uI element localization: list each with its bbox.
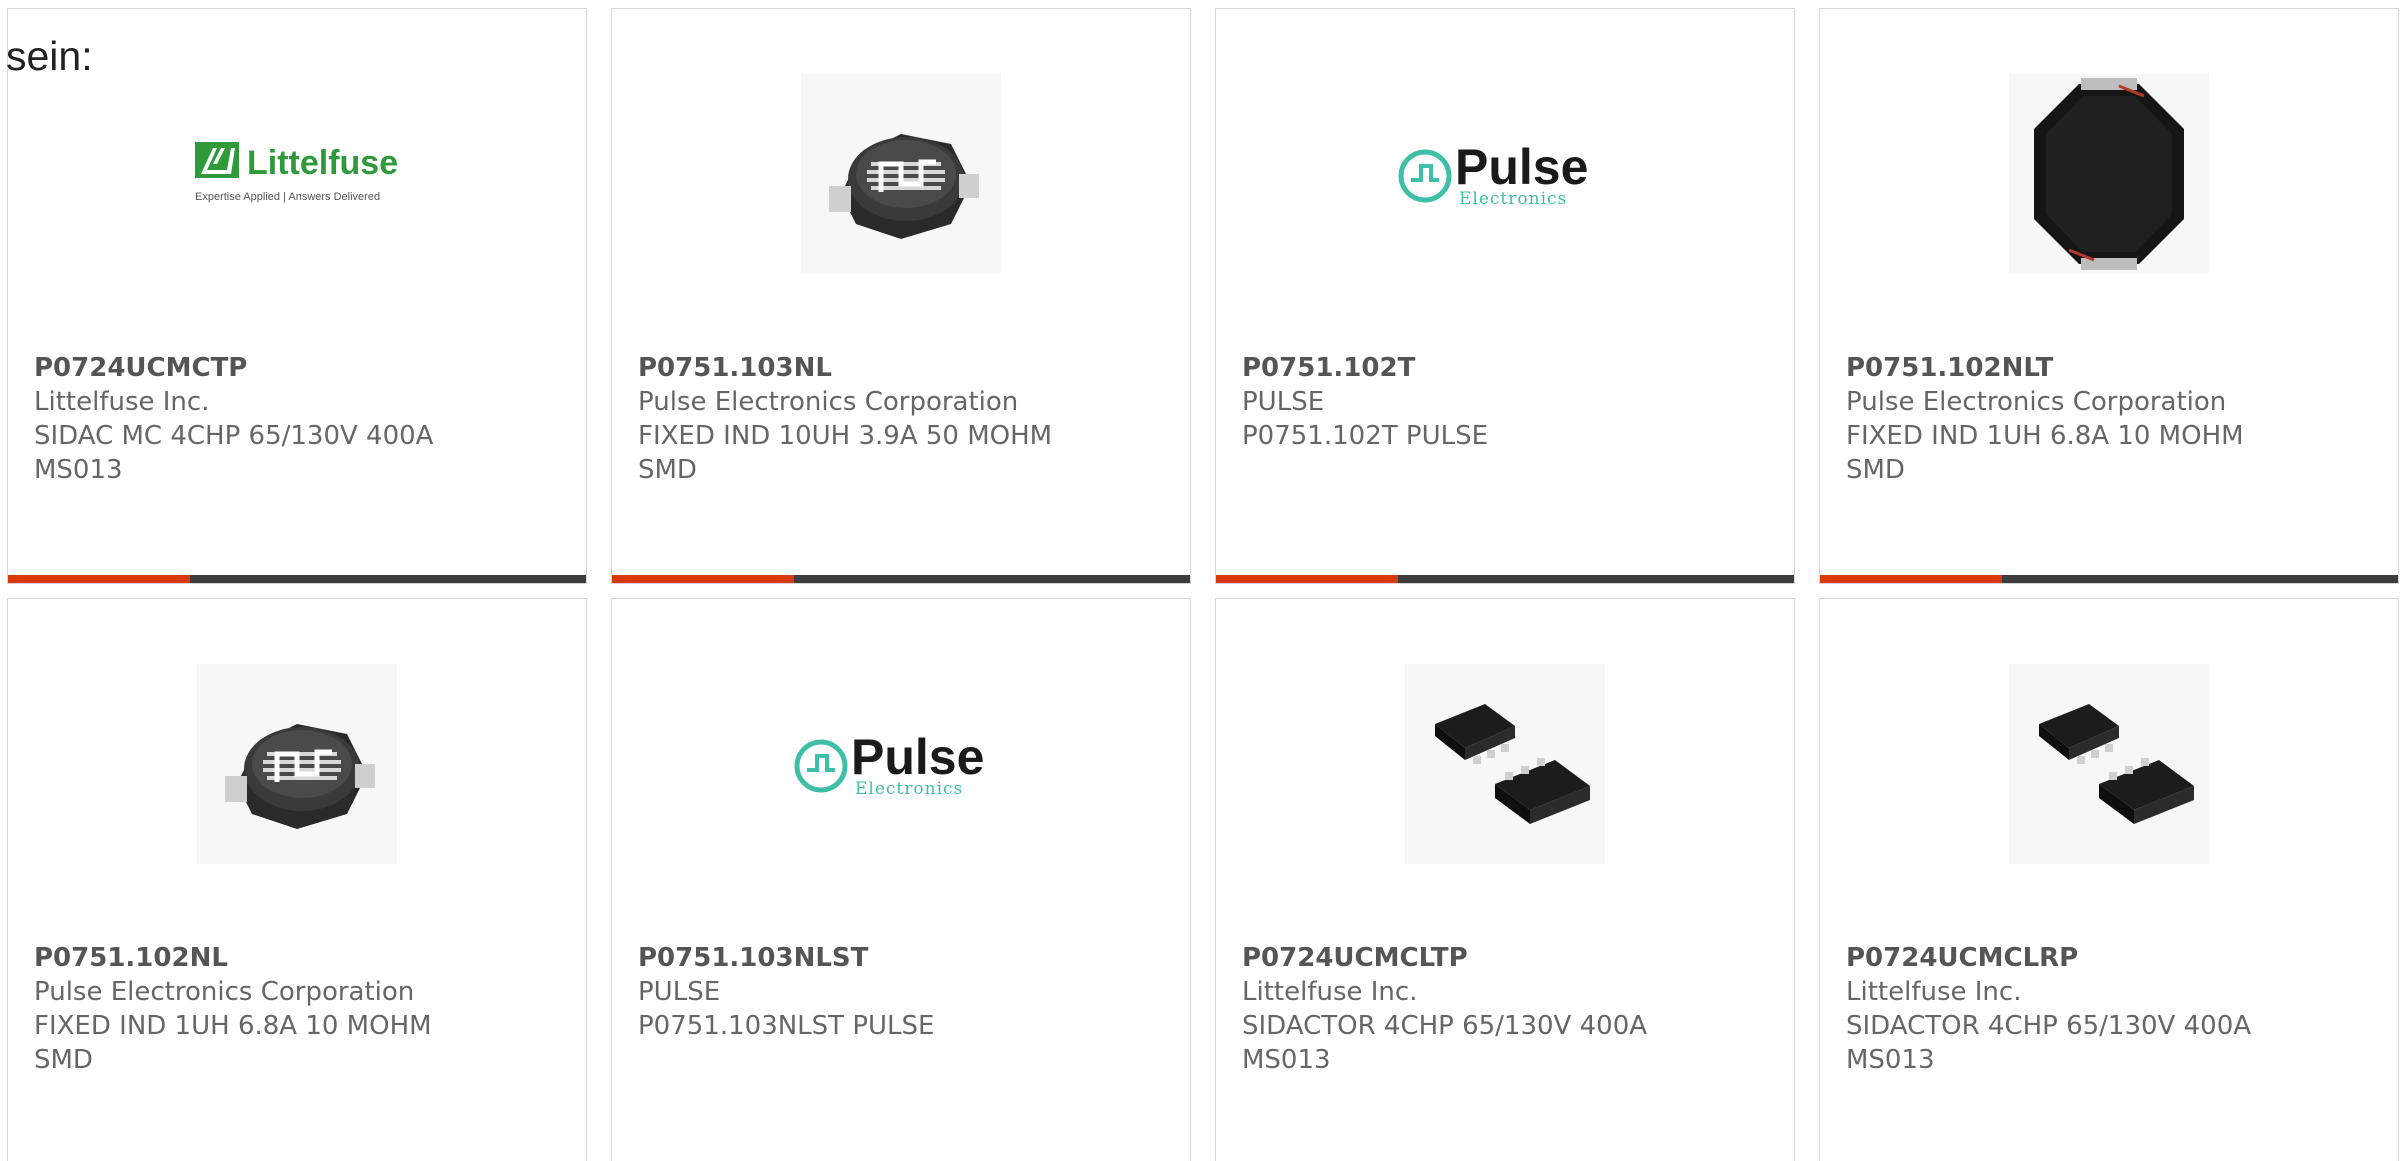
manufacturer: Pulse Electronics Corporation — [1846, 387, 2227, 417]
product-card[interactable]: P0751.102NLT Pulse Electronics Corporati… — [1819, 8, 2399, 584]
manufacturer: Littelfuse Inc. — [1242, 977, 1418, 1007]
product-image[interactable]: Pulse Electronics — [612, 659, 1190, 869]
part-number-link[interactable]: P0751.102NLT — [1846, 351, 2378, 385]
product-image[interactable] — [8, 659, 586, 869]
ic-chips-icon — [1405, 664, 1605, 864]
product-card[interactable]: P0751.103NL Pulse Electronics Corporatio… — [611, 8, 1191, 584]
product-image[interactable] — [1820, 659, 2398, 869]
product-image[interactable] — [612, 69, 1190, 279]
product-info: P0751.103NLST PULSE P0751.103NLST PULSE — [638, 941, 1170, 1043]
card-bottom-bar — [1820, 575, 2398, 583]
card-bottom-bar — [612, 575, 1190, 583]
product-info: P0751.102T PULSE P0751.102T PULSE — [1242, 351, 1774, 453]
logo-wordmark: Pulse — [1455, 139, 1588, 195]
part-number-link[interactable]: P0724UCMCTP — [34, 351, 566, 385]
product-card[interactable]: Pulse Electronics P0751.103NLST PULSE P0… — [611, 598, 1191, 1161]
description-line-1: SIDACTOR 4CHP 65/130V 400A — [1242, 1011, 1648, 1041]
product-grid: Littelfuse Expertise Applied | Answers D… — [0, 0, 2400, 1161]
product-image[interactable] — [1820, 69, 2398, 279]
card-accent — [8, 575, 190, 583]
product-info: P0751.103NL Pulse Electronics Corporatio… — [638, 351, 1170, 487]
logo-tagline: Expertise Applied | Answers Delivered — [195, 191, 380, 203]
description-line-1: SIDACTOR 4CHP 65/130V 400A — [1846, 1011, 2252, 1041]
description-line-1: P0751.103NLST PULSE — [638, 1011, 935, 1041]
description-line-2: SMD — [1846, 455, 1905, 485]
logo-wordmark: Littelfuse — [247, 144, 398, 182]
logo-subtitle: Electronics — [855, 779, 963, 799]
description-line-1: FIXED IND 10UH 3.9A 50 MOHM — [638, 421, 1053, 451]
description-line-1: FIXED IND 1UH 6.8A 10 MOHM — [34, 1011, 432, 1041]
manufacturer: Pulse Electronics Corporation — [638, 387, 1019, 417]
manufacturer: Littelfuse Inc. — [34, 387, 210, 417]
product-card[interactable]: Littelfuse Expertise Applied | Answers D… — [7, 8, 587, 584]
manufacturer: PULSE — [1242, 387, 1325, 417]
intro-text: sein: — [6, 33, 93, 79]
card-accent — [612, 575, 794, 583]
card-bottom-bar — [8, 575, 586, 583]
pulse-logo-icon: Pulse Electronics — [1398, 139, 1588, 209]
part-number-link[interactable]: P0724UCMCLTP — [1242, 941, 1774, 975]
product-info: P0751.102NLT Pulse Electronics Corporati… — [1846, 351, 2378, 487]
part-number-link[interactable]: P0724UCMCLRP — [1846, 941, 2378, 975]
product-card[interactable]: P0724UCMCLRP Littelfuse Inc. SIDACTOR 4C… — [1819, 598, 2399, 1161]
card-accent — [1820, 575, 2002, 583]
part-number-link[interactable]: P0751.102NL — [34, 941, 566, 975]
description-line-2: MS013 — [1846, 1045, 1935, 1075]
description-line-2: MS013 — [1242, 1045, 1331, 1075]
product-image[interactable]: Pulse Electronics — [1216, 69, 1794, 279]
part-number-link[interactable]: P0751.102T — [1242, 351, 1774, 385]
product-grid-page: sein: Littelfuse Expertise Applied | Ans… — [0, 0, 2400, 1161]
card-bottom-bar — [1216, 575, 1794, 583]
manufacturer: Pulse Electronics Corporation — [34, 977, 415, 1007]
logo-subtitle: Electronics — [1459, 189, 1567, 209]
pulse-logo-icon: Pulse Electronics — [794, 729, 984, 799]
description-line-2: SMD — [638, 455, 697, 485]
product-card[interactable]: P0751.102NL Pulse Electronics Corporatio… — [7, 598, 587, 1161]
description-line-2: MS013 — [34, 455, 123, 485]
littelfuse-logo-icon: Littelfuse Expertise Applied | Answers D… — [195, 142, 398, 203]
product-info: P0724UCMCTP Littelfuse Inc. SIDAC MC 4CH… — [34, 351, 566, 487]
ic-chips-icon — [2009, 664, 2209, 864]
product-card[interactable]: Pulse Electronics P0751.102T PULSE P0751… — [1215, 8, 1795, 584]
description-line-2: SMD — [34, 1045, 93, 1075]
smd-inductor-icon — [197, 664, 397, 864]
product-card[interactable]: P0724UCMCLTP Littelfuse Inc. SIDACTOR 4C… — [1215, 598, 1795, 1161]
card-accent — [1216, 575, 1398, 583]
logo-wordmark: Pulse — [851, 729, 984, 785]
description-line-1: P0751.102T PULSE — [1242, 421, 1489, 451]
product-info: P0751.102NL Pulse Electronics Corporatio… — [34, 941, 566, 1077]
octagon-inductor-icon — [2009, 74, 2209, 274]
description-line-1: SIDAC MC 4CHP 65/130V 400A — [34, 421, 434, 451]
product-image[interactable] — [1216, 659, 1794, 869]
manufacturer: Littelfuse Inc. — [1846, 977, 2022, 1007]
part-number-link[interactable]: P0751.103NLST — [638, 941, 1170, 975]
product-image[interactable]: Littelfuse Expertise Applied | Answers D… — [8, 69, 586, 279]
description-line-1: FIXED IND 1UH 6.8A 10 MOHM — [1846, 421, 2244, 451]
part-number-link[interactable]: P0751.103NL — [638, 351, 1170, 385]
product-info: P0724UCMCLTP Littelfuse Inc. SIDACTOR 4C… — [1242, 941, 1774, 1077]
product-info: P0724UCMCLRP Littelfuse Inc. SIDACTOR 4C… — [1846, 941, 2378, 1077]
smd-inductor-icon — [801, 74, 1001, 274]
manufacturer: PULSE — [638, 977, 721, 1007]
